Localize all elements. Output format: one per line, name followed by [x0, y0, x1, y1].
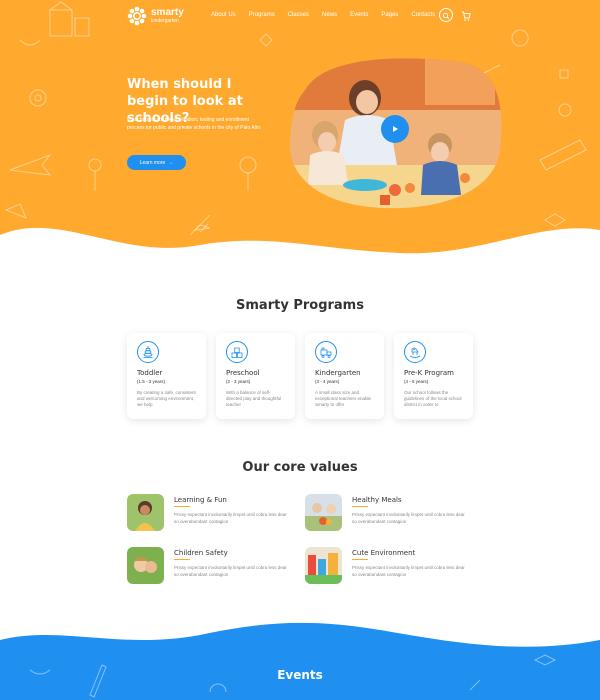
- program-age: (4 - 5 years): [404, 379, 429, 384]
- hero-description: Preschoolers for the application, testin…: [127, 117, 262, 131]
- program-age: (3 - 4 years): [315, 379, 340, 384]
- value-name: Healthy Meals: [352, 496, 402, 504]
- program-name: Toddler: [137, 369, 163, 377]
- play-icon: [393, 126, 398, 132]
- nav-classes[interactable]: Classes: [288, 12, 309, 18]
- learn-more-label: Learn more: [139, 159, 166, 166]
- main-nav: About Us Programs Classes News Events Pa…: [211, 12, 448, 18]
- values-title: Our core values: [242, 460, 358, 475]
- value-item-environment: Cute Environment Prissy expectant involu…: [305, 547, 475, 587]
- value-photo: [305, 494, 342, 531]
- events-title: Events: [277, 668, 323, 682]
- nav-about-us[interactable]: About Us: [211, 12, 236, 18]
- blocks-icon: [226, 341, 248, 363]
- play-video-button[interactable]: [381, 115, 409, 143]
- value-underline: [352, 559, 368, 560]
- program-name: Preschool: [226, 369, 260, 377]
- cart-icon: [462, 11, 471, 21]
- nav-events[interactable]: Events: [350, 12, 368, 18]
- rocking-horse-icon: [404, 341, 426, 363]
- events-section: [0, 622, 600, 700]
- nav-contacts[interactable]: Contacts: [411, 12, 435, 18]
- hero-section: smarty kindergarten About Us Programs Cl…: [0, 0, 600, 275]
- program-description: With a balance of self-directed play and…: [226, 390, 282, 407]
- value-name: Cute Environment: [352, 549, 416, 557]
- nav-pages[interactable]: Pages: [381, 12, 398, 18]
- program-age: (2 - 3 years): [226, 379, 251, 384]
- cart-button[interactable]: [461, 9, 471, 21]
- program-card-toddler[interactable]: Toddler (1.5 - 3 years) By creating a sa…: [127, 333, 206, 419]
- value-item-learning: Learning & Fun Prissy expectant involunt…: [127, 494, 297, 534]
- arrow-right-icon: →: [168, 159, 174, 166]
- nav-news[interactable]: News: [322, 12, 337, 18]
- value-item-safety: Children Safety Prissy expectant involun…: [127, 547, 297, 587]
- brand-subtitle: kindergarten: [151, 18, 179, 24]
- program-card-preschool[interactable]: Preschool (2 - 3 years) With a balance o…: [216, 333, 295, 419]
- program-age: (1.5 - 3 years): [137, 379, 166, 384]
- program-name: Kindergarten: [315, 369, 361, 377]
- value-underline: [174, 506, 190, 507]
- value-photo: [127, 494, 164, 531]
- program-description: Our school follows the guidelines of the…: [404, 390, 462, 407]
- pyramid-toy-icon: [137, 341, 159, 363]
- search-button[interactable]: [439, 8, 453, 22]
- value-photo: [305, 547, 342, 584]
- value-name: Learning & Fun: [174, 496, 227, 504]
- value-underline: [174, 559, 190, 560]
- programs-title: Smarty Programs: [236, 298, 364, 313]
- value-photo: [127, 547, 164, 584]
- program-card-pre-k[interactable]: Pre-K Program (4 - 5 years) Our school f…: [394, 333, 473, 419]
- nav-programs[interactable]: Programs: [249, 12, 275, 18]
- search-icon: [442, 12, 450, 20]
- value-description: Prissy expectant involuntarily limpet un…: [352, 565, 465, 577]
- program-description: A small class size and exceptional teach…: [315, 390, 372, 407]
- brand-name: smarty: [151, 7, 184, 18]
- value-name: Children Safety: [174, 549, 228, 557]
- value-description: Prissy expectant involuntarily limpet un…: [174, 565, 287, 577]
- train-icon: [315, 341, 337, 363]
- value-underline: [352, 506, 368, 507]
- program-name: Pre-K Program: [404, 369, 455, 377]
- brand-logo[interactable]: smarty kindergarten: [127, 6, 184, 26]
- program-card-kindergarten[interactable]: Kindergarten (3 - 4 years) A small class…: [305, 333, 384, 419]
- value-description: Prissy expectant involuntarily limpet un…: [352, 512, 465, 524]
- sun-logo-icon: [127, 6, 147, 26]
- learn-more-button[interactable]: Learn more →: [127, 155, 186, 170]
- program-description: By creating a safe, consistent and welco…: [137, 390, 196, 407]
- value-item-meals: Healthy Meals Prissy expectant involunta…: [305, 494, 475, 534]
- value-description: Prissy expectant involuntarily limpet un…: [174, 512, 287, 524]
- hero-wave-divider: [0, 227, 600, 275]
